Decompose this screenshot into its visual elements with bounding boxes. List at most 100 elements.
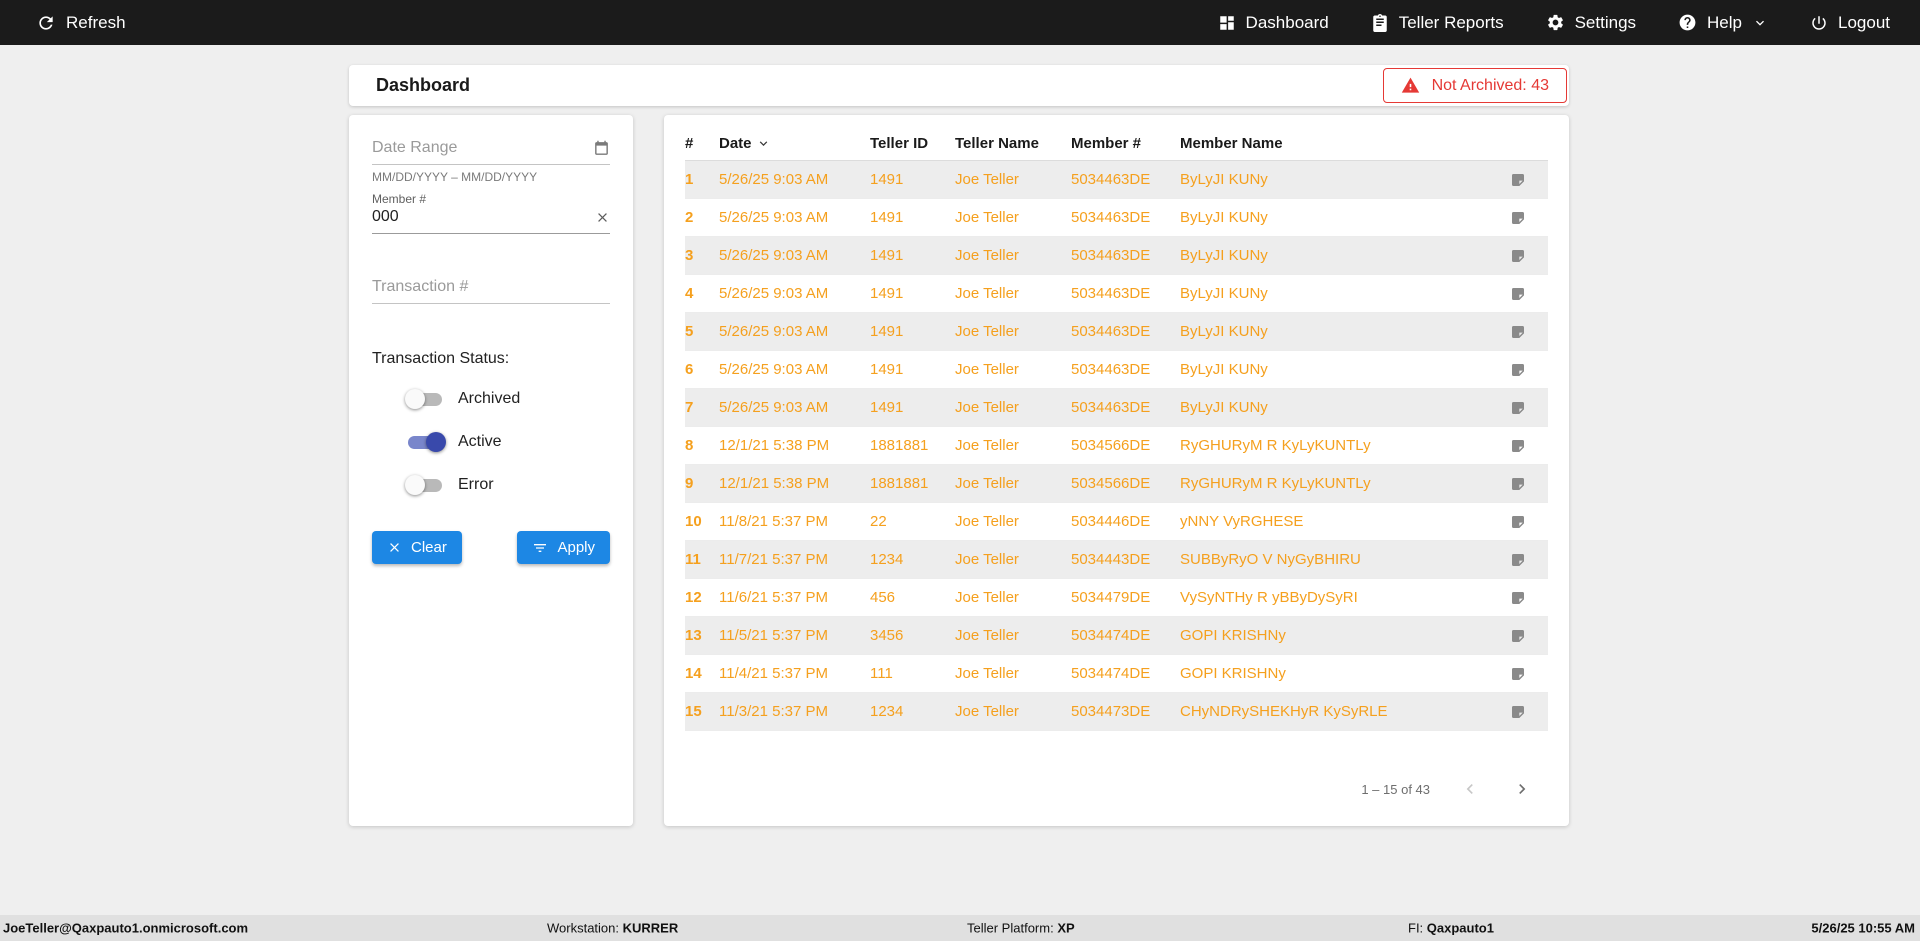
row-member-name: SUBByRyO V NyGyBHIRU [1180, 551, 1361, 568]
row-teller-name: Joe Teller [955, 475, 1019, 492]
table-row[interactable]: 8 12/1/21 5:38 PM 1881881 Joe Teller 503… [685, 427, 1548, 465]
table-row[interactable]: 1 5/26/25 9:03 AM 1491 Joe Teller 503446… [685, 161, 1548, 199]
col-date[interactable]: Date [719, 135, 870, 152]
table-row[interactable]: 9 12/1/21 5:38 PM 1881881 Joe Teller 503… [685, 465, 1548, 503]
row-member-name: ByLyJI KUNy [1180, 399, 1268, 416]
refresh-button[interactable]: Refresh [36, 13, 126, 33]
col-teller-id[interactable]: Teller ID [870, 135, 955, 152]
row-date: 5/26/25 9:03 AM [719, 209, 829, 226]
row-member-number: 5034443DE [1071, 551, 1151, 568]
row-teller-name: Joe Teller [955, 589, 1019, 606]
row-member-name: ByLyJI KUNy [1180, 209, 1268, 226]
nav-logout[interactable]: Logout [1810, 13, 1890, 33]
row-member-name: ByLyJI KUNy [1180, 247, 1268, 264]
table-row[interactable]: 6 5/26/25 9:03 AM 1491 Joe Teller 503446… [685, 351, 1548, 389]
row-note-button[interactable] [1488, 324, 1548, 340]
calendar-icon[interactable] [593, 140, 610, 157]
filter-icon [532, 540, 548, 556]
table-row[interactable]: 12 11/6/21 5:37 PM 456 Joe Teller 503447… [685, 579, 1548, 617]
nav-help[interactable]: Help [1678, 13, 1768, 33]
table-row[interactable]: 4 5/26/25 9:03 AM 1491 Joe Teller 503446… [685, 275, 1548, 313]
row-note-button[interactable] [1488, 248, 1548, 264]
top-nav-bar: Refresh Dashboard Teller Reports Setting… [0, 0, 1920, 45]
gear-icon [1546, 13, 1565, 32]
row-number: 9 [685, 475, 694, 492]
clipboard-icon [1371, 13, 1389, 32]
archived-toggle[interactable] [405, 389, 444, 409]
row-member-number: 5034463DE [1071, 209, 1151, 226]
row-note-button[interactable] [1488, 476, 1548, 492]
page-header: Dashboard Not Archived: 43 [349, 65, 1569, 106]
toggle-thumb [405, 389, 425, 409]
filter-buttons: Clear Apply [372, 531, 610, 564]
row-note-button[interactable] [1488, 514, 1548, 530]
nav-teller-reports[interactable]: Teller Reports [1371, 13, 1504, 33]
error-toggle[interactable] [405, 475, 444, 495]
apply-button[interactable]: Apply [517, 531, 610, 564]
row-note-button[interactable] [1488, 210, 1548, 226]
previous-page-button[interactable] [1458, 777, 1482, 801]
row-teller-name: Joe Teller [955, 285, 1019, 302]
row-note-button[interactable] [1488, 438, 1548, 454]
col-number[interactable]: # [685, 135, 719, 152]
row-date: 5/26/25 9:03 AM [719, 247, 829, 264]
note-icon [1512, 515, 1524, 528]
nav-dashboard[interactable]: Dashboard [1218, 13, 1329, 33]
row-note-button[interactable] [1488, 666, 1548, 682]
row-number: 11 [685, 551, 701, 568]
active-toggle[interactable] [407, 432, 446, 452]
row-teller-name: Joe Teller [955, 399, 1019, 416]
table-row[interactable]: 2 5/26/25 9:03 AM 1491 Joe Teller 503446… [685, 199, 1548, 237]
table-row[interactable]: 5 5/26/25 9:03 AM 1491 Joe Teller 503446… [685, 313, 1548, 351]
note-icon [1512, 363, 1524, 376]
row-note-button[interactable] [1488, 628, 1548, 644]
row-note-button[interactable] [1488, 552, 1548, 568]
col-member-number[interactable]: Member # [1071, 135, 1180, 152]
member-number-label: Member # [372, 192, 427, 206]
note-icon [1512, 553, 1524, 566]
table-row[interactable]: 13 11/5/21 5:37 PM 3456 Joe Teller 50344… [685, 617, 1548, 655]
row-number: 4 [685, 285, 694, 302]
pagination-range: 1 – 15 of 43 [1361, 781, 1430, 797]
clear-member-icon[interactable] [595, 210, 610, 225]
row-teller-name: Joe Teller [955, 209, 1019, 226]
row-teller-id: 1491 [870, 361, 904, 378]
table-row[interactable]: 7 5/26/25 9:03 AM 1491 Joe Teller 503446… [685, 389, 1548, 427]
row-note-button[interactable] [1488, 704, 1548, 720]
col-member-name[interactable]: Member Name [1180, 135, 1488, 152]
table-row[interactable]: 3 5/26/25 9:03 AM 1491 Joe Teller 503446… [685, 237, 1548, 275]
row-date: 11/7/21 5:37 PM [719, 551, 828, 568]
row-teller-id: 456 [870, 589, 896, 606]
table-row[interactable]: 14 11/4/21 5:37 PM 111 Joe Teller 503447… [685, 655, 1548, 693]
transaction-number-input[interactable] [372, 278, 610, 296]
row-member-name: RyGHURyM R KyLyKUNTLy [1180, 437, 1371, 454]
row-teller-name: Joe Teller [955, 513, 1019, 530]
date-range-input[interactable] [372, 139, 587, 157]
nav-settings[interactable]: Settings [1546, 13, 1636, 33]
member-number-field [372, 208, 610, 234]
transactions-table: # Date Teller ID Teller Name Member # Me… [664, 115, 1569, 826]
row-member-number: 5034473DE [1071, 703, 1151, 720]
row-date: 5/26/25 9:03 AM [719, 171, 829, 188]
table-row[interactable]: 10 11/8/21 5:37 PM 22 Joe Teller 5034446… [685, 503, 1548, 541]
table-row[interactable]: 15 11/3/21 5:37 PM 1234 Joe Teller 50344… [685, 693, 1548, 731]
workstation-info: Workstation: KURRER [547, 921, 678, 936]
row-member-number: 5034463DE [1071, 171, 1151, 188]
member-number-input[interactable] [372, 208, 589, 226]
row-member-number: 5034463DE [1071, 323, 1151, 340]
row-note-button[interactable] [1488, 362, 1548, 378]
not-archived-badge[interactable]: Not Archived: 43 [1382, 68, 1567, 103]
table-row[interactable]: 11 11/7/21 5:37 PM 1234 Joe Teller 50344… [685, 541, 1548, 579]
col-teller-name[interactable]: Teller Name [955, 135, 1071, 152]
row-teller-name: Joe Teller [955, 247, 1019, 264]
nav-teller-reports-label: Teller Reports [1398, 12, 1504, 32]
next-page-button[interactable] [1510, 777, 1534, 801]
row-note-button[interactable] [1488, 590, 1548, 606]
row-note-button[interactable] [1488, 172, 1548, 188]
row-note-button[interactable] [1488, 400, 1548, 416]
clear-button[interactable]: Clear [372, 531, 462, 564]
row-note-button[interactable] [1488, 286, 1548, 302]
toggle-thumb [405, 475, 425, 495]
row-teller-id: 1491 [870, 247, 904, 264]
chevron-right-icon [1519, 784, 1526, 794]
